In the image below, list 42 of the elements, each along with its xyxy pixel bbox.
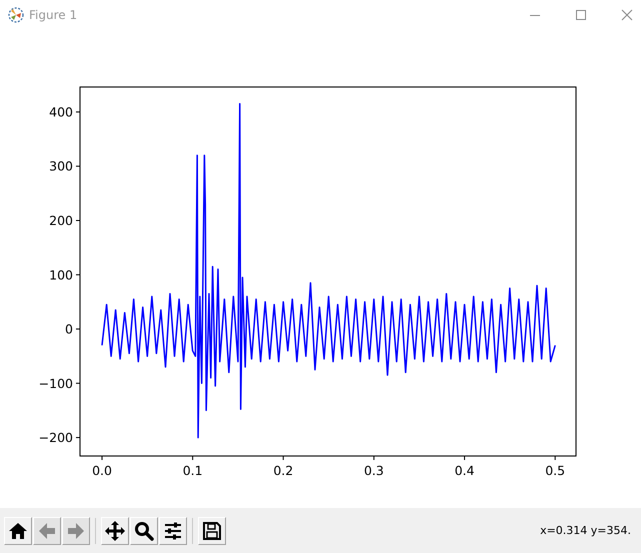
tick-label: 0.4 (454, 463, 474, 478)
zoom-button[interactable] (130, 516, 158, 544)
tick-label: 0.2 (273, 463, 294, 478)
tick-mark (464, 456, 466, 460)
sliders-icon (163, 520, 183, 540)
left-arrow-icon (37, 520, 57, 540)
close-icon[interactable] (621, 9, 633, 21)
app-icon (8, 7, 24, 23)
right-arrow-icon (66, 520, 86, 540)
tick-label: 300 (49, 158, 73, 174)
tick-mark (102, 456, 103, 460)
tick-mark (76, 328, 80, 330)
tick-label: 0 (65, 322, 73, 337)
tick-label: 200 (49, 213, 73, 228)
tick-mark (76, 166, 80, 167)
tick-label: −100 (38, 376, 73, 391)
pan-button[interactable] (101, 516, 129, 544)
cursor-coordinates: x=0.314 y=354. (540, 524, 631, 537)
tick-mark (76, 274, 80, 276)
tick-mark (76, 220, 80, 221)
tick-label: 0.1 (182, 463, 203, 478)
tick-mark (554, 456, 556, 460)
tick-label: 400 (49, 104, 73, 120)
tick-mark (192, 456, 194, 460)
tick-label: 0.5 (545, 463, 566, 478)
home-icon (8, 520, 28, 540)
tick-label: 100 (49, 267, 73, 282)
tick-mark (282, 456, 284, 460)
configure-button[interactable] (159, 516, 187, 544)
move-arrows-icon (104, 520, 126, 542)
tick-mark (76, 111, 80, 112)
window-title: Figure 1 (29, 8, 78, 22)
search-icon (134, 520, 154, 540)
maximize-icon[interactable] (575, 9, 587, 21)
tick-label: 0.3 (364, 463, 384, 478)
tick-mark (76, 437, 80, 438)
tick-mark (373, 456, 374, 460)
save-button[interactable] (198, 516, 226, 544)
home-button[interactable] (4, 516, 32, 544)
tick-mark (76, 382, 80, 384)
tick-label: −200 (38, 430, 73, 446)
tick-label: 0.0 (92, 463, 112, 478)
